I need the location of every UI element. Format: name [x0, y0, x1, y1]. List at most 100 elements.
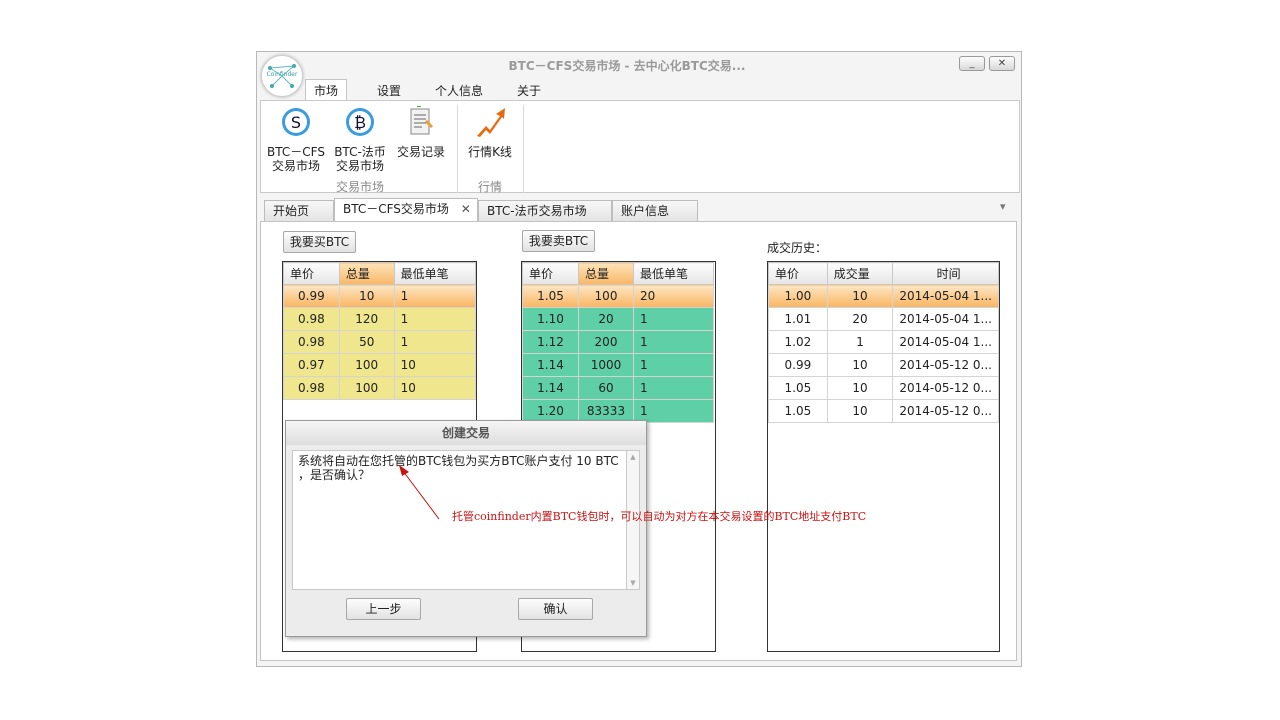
cell-time: 2014-05-12 0... — [892, 353, 999, 377]
group-label-quote: 行情 — [477, 180, 502, 194]
btc-fiat-label-2: 交易市场 — [335, 159, 384, 173]
ribbon-tab-settings[interactable]: 设置 — [369, 81, 409, 101]
kline-button[interactable]: 行情K线 — [463, 106, 517, 159]
table-row[interactable]: 1.10 20 1 — [522, 307, 714, 331]
doc-tab-btc-cfs[interactable]: BTC－CFS交易市场 ✕ — [334, 198, 478, 221]
ribbon-tab-about[interactable]: 关于 — [509, 81, 549, 101]
btc-fiat-label-1: BTC-法币 — [334, 145, 386, 159]
sell-btc-button[interactable]: 我要卖BTC — [522, 230, 595, 252]
trade-records-label: 交易记录 — [396, 145, 445, 159]
column-header-min[interactable]: 最低单笔 — [633, 262, 714, 285]
trade-records-button[interactable]: 交易记录 — [393, 104, 449, 159]
ribbon-panel: S BTC－CFS 交易市场 ₿ BTC-法币 交易市场 交易记录 行情K线 交… — [260, 100, 1020, 194]
cell-min: 1 — [633, 330, 714, 354]
cell-total: 120 — [338, 307, 395, 331]
cell-price: 1.02 — [768, 330, 828, 354]
cell-price: 0.99 — [768, 353, 828, 377]
btc-cfs-label-1: BTC－CFS — [267, 145, 325, 159]
cell-time: 2014-05-12 0... — [892, 399, 999, 423]
table-row[interactable]: 1.05 10 2014-05-12 0... — [768, 399, 999, 423]
cell-price: 1.01 — [768, 307, 828, 331]
sell-orders-table: 单价 总量 最低单笔 1.05 100 20 1.10 20 1 1.12 200 1 1.… — [522, 262, 714, 423]
scroll-down-icon[interactable]: ▼ — [627, 579, 639, 587]
cell-price: 1.05 — [522, 284, 579, 308]
cell-volume: 10 — [826, 399, 894, 423]
table-row[interactable]: 1.12 200 1 — [522, 330, 714, 354]
cell-price: 1.05 — [768, 376, 828, 400]
doc-tab-start[interactable]: 开始页 — [264, 200, 334, 221]
column-header-price[interactable]: 单价 — [283, 262, 340, 285]
minimize-button[interactable]: _ — [959, 56, 985, 71]
table-row[interactable]: 1.14 1000 1 — [522, 353, 714, 377]
title-bar[interactable]: BTC－CFS交易市场 - 去中心化BTC交易... _ ✕ — [257, 52, 1021, 80]
cell-min: 1 — [633, 307, 714, 331]
btc-fiat-market-button[interactable]: ₿ BTC-法币 交易市场 — [331, 106, 389, 173]
cell-price: 1.14 — [522, 376, 579, 400]
create-trade-dialog: 创建交易 系统将自动在您托管的BTC钱包为买方BTC账户支付 10 BTC ，是… — [285, 420, 647, 637]
cell-price: 1.05 — [768, 399, 828, 423]
window-title: BTC－CFS交易市场 - 去中心化BTC交易... — [508, 59, 746, 73]
cell-time: 2014-05-04 1... — [892, 330, 999, 354]
cell-volume: 10 — [826, 284, 894, 308]
buy-orders-table: 单价 总量 最低单笔 0.99 10 1 0.98 120 1 0.98 50 1 0.97… — [283, 262, 477, 400]
table-row[interactable]: 1.00 10 2014-05-04 1... — [768, 284, 999, 308]
table-row[interactable]: 0.98 50 1 — [283, 330, 477, 354]
table-row[interactable]: 0.97 100 10 — [283, 353, 477, 377]
document-edit-icon — [410, 104, 433, 135]
back-button[interactable]: 上一步 — [346, 598, 421, 620]
logo-text: Coinfinder — [266, 71, 298, 78]
ribbon-tab-market[interactable]: 市场 — [305, 79, 348, 102]
column-header-time[interactable]: 时间 — [892, 262, 999, 285]
table-row[interactable]: 1.14 60 1 — [522, 376, 714, 400]
trade-history-grid: 单价 成交量 时间 1.00 10 2014-05-04 1... 1.01 20 20… — [767, 261, 1000, 652]
cell-total: 60 — [578, 376, 634, 400]
cell-total: 100 — [338, 353, 395, 377]
cell-min: 1 — [393, 307, 477, 331]
tab-list-chevron-icon[interactable]: ▾ — [1000, 200, 1006, 213]
trend-arrow-icon — [477, 108, 505, 137]
table-row[interactable]: 1.01 20 2014-05-04 1... — [768, 307, 999, 331]
cell-price: 0.97 — [283, 353, 340, 377]
cell-price: 0.98 — [283, 330, 340, 354]
cell-price: 1.00 — [768, 284, 828, 308]
cell-price: 1.14 — [522, 353, 579, 377]
buy-btc-button[interactable]: 我要买BTC — [283, 231, 356, 253]
table-row[interactable]: 0.99 10 1 — [283, 284, 477, 308]
cell-time: 2014-05-12 0... — [892, 376, 999, 400]
kline-label: 行情K线 — [468, 145, 512, 159]
table-row[interactable]: 1.05 10 2014-05-12 0... — [768, 376, 999, 400]
column-header-price[interactable]: 单价 — [768, 262, 828, 285]
column-header-total[interactable]: 总量 — [578, 262, 634, 285]
doc-tab-btc-fiat[interactable]: BTC-法币交易市场 — [478, 200, 612, 221]
doc-tab-account[interactable]: 账户信息 — [612, 200, 698, 221]
cell-price: 0.98 — [283, 307, 340, 331]
close-tab-icon[interactable]: ✕ — [461, 202, 471, 216]
btc-cfs-market-button[interactable]: S BTC－CFS 交易市场 — [265, 106, 327, 173]
group-label-market: 交易市场 — [335, 180, 384, 194]
cell-min: 1 — [393, 330, 477, 354]
table-row[interactable]: 1.05 100 20 — [522, 284, 714, 308]
column-header-total[interactable]: 总量 — [338, 262, 395, 285]
cell-min: 1 — [633, 376, 714, 400]
ribbon-tab-profile[interactable]: 个人信息 — [427, 81, 491, 101]
cell-price: 1.10 — [522, 307, 579, 331]
annotation-text: 托管coinfinder内置BTC钱包时，可以自动为对方在本交易设置的BTC地址… — [452, 510, 867, 523]
column-header-volume[interactable]: 成交量 — [826, 262, 894, 285]
svg-text:S: S — [291, 113, 301, 132]
cell-total: 20 — [578, 307, 634, 331]
table-row[interactable]: 0.98 120 1 — [283, 307, 477, 331]
scroll-up-icon[interactable]: ▲ — [627, 453, 639, 461]
app-logo[interactable]: Coinfinder — [261, 55, 303, 97]
cell-total: 100 — [578, 284, 634, 308]
bitcoin-coin-icon: ₿ — [346, 108, 374, 136]
table-row[interactable]: 0.98 100 10 — [283, 376, 477, 400]
close-button[interactable]: ✕ — [989, 56, 1015, 71]
confirm-button[interactable]: 确认 — [518, 598, 593, 620]
table-row[interactable]: 0.99 10 2014-05-12 0... — [768, 353, 999, 377]
cell-total: 100 — [338, 376, 395, 400]
column-header-price[interactable]: 单价 — [522, 262, 579, 285]
cell-min: 20 — [633, 284, 714, 308]
column-header-min[interactable]: 最低单笔 — [393, 262, 477, 285]
table-row[interactable]: 1.02 1 2014-05-04 1... — [768, 330, 999, 354]
doc-tab-label: BTC－CFS交易市场 — [343, 202, 449, 216]
